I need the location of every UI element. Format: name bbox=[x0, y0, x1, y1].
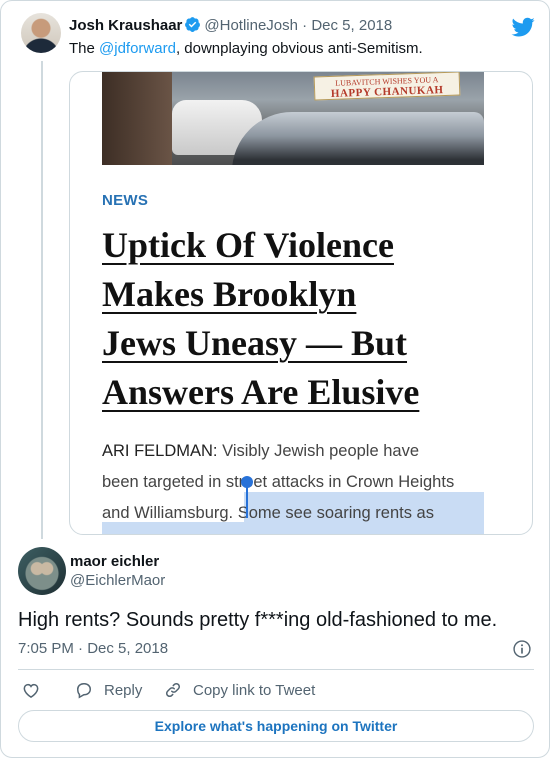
reply-tweet-text: High rents? Sounds pretty f***ing old-fa… bbox=[18, 609, 498, 631]
parent-tweet-text: The @jdforward, downplaying obvious anti… bbox=[69, 39, 423, 59]
thread-line bbox=[41, 61, 43, 539]
article-photo: LUBAVITCH WISHES YOU A HAPPY CHANUKAH bbox=[102, 72, 484, 165]
parent-tweet-date[interactable]: Dec 5, 2018 bbox=[311, 17, 392, 34]
section-label: NEWS bbox=[102, 192, 149, 209]
body-line-1: ARI FELDMAN: Visibly Jewish people have bbox=[102, 436, 484, 467]
reply-author-avatar[interactable] bbox=[18, 547, 66, 595]
explore-twitter-button[interactable]: Explore what's happening on Twitter bbox=[18, 710, 534, 742]
text-before-mention: The bbox=[69, 40, 100, 57]
parent-tweet-header: Josh Kraushaar @HotlineJosh · Dec 5, 2018 bbox=[69, 16, 392, 36]
headline-line: Uptick Of Violence bbox=[102, 225, 394, 265]
body-line-2: been targeted in street attacks in Crown… bbox=[102, 473, 455, 491]
copy-link-button[interactable]: Copy link to Tweet bbox=[163, 679, 315, 701]
body-line-1-text: Visibly Jewish people have bbox=[222, 442, 420, 460]
mention-link[interactable]: @jdforward bbox=[99, 40, 176, 57]
article-screenshot: NEWS Uptick Of Violence Makes Brooklyn J… bbox=[102, 165, 484, 534]
heart-icon bbox=[23, 683, 39, 698]
link-icon bbox=[165, 682, 181, 698]
reply-timestamp[interactable]: 7:05 PM · Dec 5, 2018 bbox=[18, 639, 168, 659]
body-line-3: and Williamsburg. Some see soaring rents… bbox=[102, 498, 484, 529]
body-line-3-b: Some see soaring rents as bbox=[237, 504, 434, 522]
photo-chanukah-sign: LUBAVITCH WISHES YOU A HAPPY CHANUKAH bbox=[313, 72, 461, 101]
reply-label: Reply bbox=[104, 681, 143, 699]
body-line-3-a: and Williamsburg. bbox=[102, 504, 238, 522]
reply-author-name[interactable]: maor eichler bbox=[70, 552, 159, 572]
article-body: ARI FELDMAN: Visibly Jewish people have … bbox=[102, 436, 484, 529]
twitter-bird-icon[interactable] bbox=[511, 15, 535, 39]
attached-image[interactable]: LUBAVITCH WISHES YOU A HAPPY CHANUKAH NE… bbox=[69, 71, 533, 535]
headline-line: Jews Uneasy — But bbox=[102, 323, 408, 363]
like-button[interactable] bbox=[21, 679, 51, 701]
divider bbox=[18, 669, 534, 670]
headline-line: Answers Are Elusive bbox=[102, 372, 420, 412]
photo-building bbox=[102, 72, 172, 165]
reply-author-handle[interactable]: @EichlerMaor bbox=[70, 571, 165, 591]
text-after-mention: , downplaying obvious anti-Semitism. bbox=[175, 40, 423, 57]
verified-badge-icon bbox=[185, 17, 201, 32]
reply-bubble-icon bbox=[76, 683, 92, 699]
embedded-tweet-card: Josh Kraushaar @HotlineJosh · Dec 5, 2018… bbox=[0, 0, 550, 758]
photo-car-roof bbox=[232, 112, 484, 165]
parent-author-name[interactable]: Josh Kraushaar bbox=[69, 17, 182, 34]
reply-button[interactable]: Reply bbox=[74, 679, 142, 701]
sign-line-2: HAPPY CHANUKAH bbox=[330, 84, 444, 100]
copy-link-label: Copy link to Tweet bbox=[193, 681, 316, 699]
byline-author: ARI FELDMAN: bbox=[102, 442, 223, 460]
selection-cursor-dot bbox=[241, 476, 253, 488]
info-icon[interactable] bbox=[512, 639, 532, 659]
headline-line: Makes Brooklyn bbox=[102, 274, 357, 314]
parent-author-avatar[interactable] bbox=[21, 13, 61, 53]
meta-separator: · bbox=[298, 17, 312, 34]
parent-author-handle[interactable]: @HotlineJosh bbox=[204, 17, 298, 34]
article-headline: Uptick Of Violence Makes Brooklyn Jews U… bbox=[102, 221, 484, 417]
